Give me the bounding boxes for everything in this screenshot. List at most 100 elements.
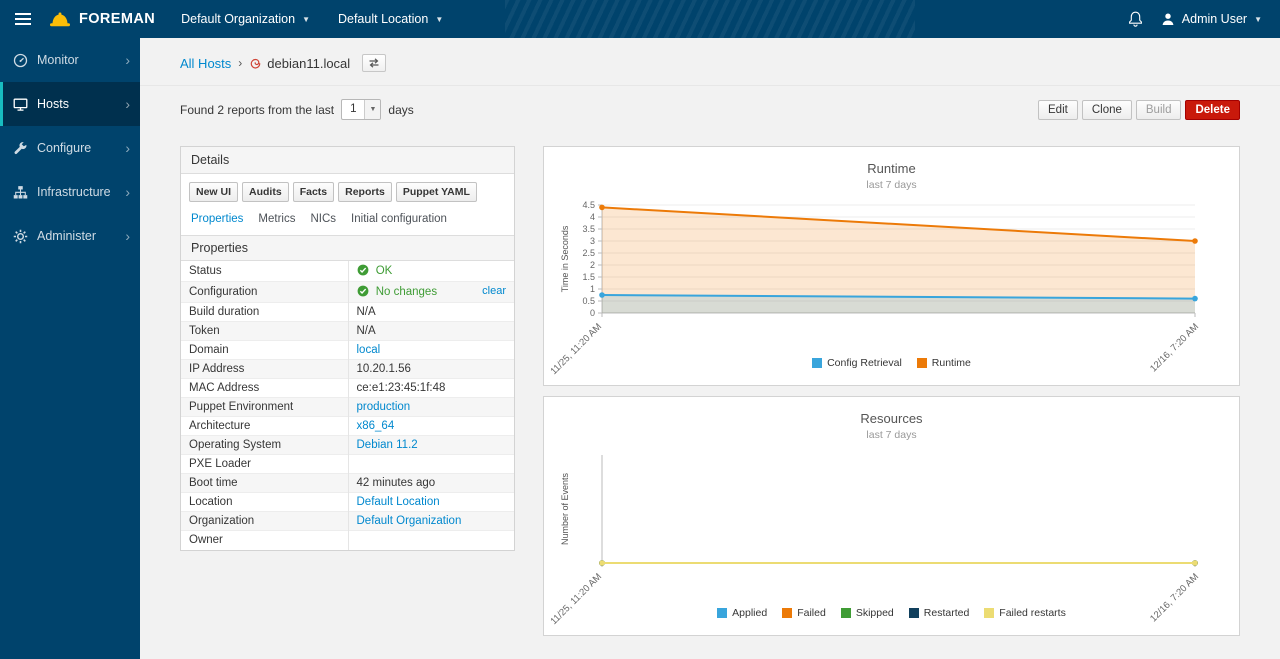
property-value-text[interactable]: local bbox=[357, 344, 381, 356]
resources-chart-title: Resources bbox=[556, 411, 1227, 426]
user-menu[interactable]: Admin User ▼ bbox=[1161, 12, 1262, 26]
legend-item-failed[interactable]: Failed bbox=[782, 607, 826, 619]
caret-down-icon: ▼ bbox=[1254, 15, 1262, 24]
content-row: Details New UI Audits Facts Reports Pupp… bbox=[140, 130, 1280, 636]
chevron-right-icon: › bbox=[125, 97, 130, 111]
swap-arrows-icon bbox=[368, 58, 380, 68]
breadcrumb-all-hosts-link[interactable]: All Hosts bbox=[180, 56, 231, 71]
facts-button[interactable]: Facts bbox=[293, 182, 334, 202]
property-value-text[interactable]: Debian 11.2 bbox=[357, 439, 418, 451]
property-value: local bbox=[348, 341, 514, 360]
switch-ui-toggle-button[interactable] bbox=[362, 54, 386, 72]
svg-text:4.5: 4.5 bbox=[582, 200, 595, 210]
property-row: Status OK bbox=[181, 261, 514, 282]
sidebar-nav: Monitor › Hosts › Configure › Infrastruc… bbox=[0, 38, 140, 659]
main-content: All Hosts › debian11.local Found 2 repor… bbox=[140, 38, 1280, 659]
svg-text:0: 0 bbox=[590, 308, 595, 318]
property-value-text[interactable]: production bbox=[357, 401, 411, 413]
foreman-brand[interactable]: FOREMAN bbox=[48, 11, 155, 28]
property-value: N/A bbox=[348, 322, 514, 341]
runtime-chart-legend: Config Retrieval Runtime bbox=[544, 357, 1239, 369]
details-panel-title: Details bbox=[181, 147, 514, 174]
property-label: Build duration bbox=[181, 303, 348, 322]
puppet-yaml-button[interactable]: Puppet YAML bbox=[396, 182, 477, 202]
notifications-button[interactable] bbox=[1128, 11, 1143, 27]
host-name: debian11.local bbox=[267, 56, 350, 71]
svg-text:4: 4 bbox=[590, 212, 595, 222]
new-ui-button[interactable]: New UI bbox=[189, 182, 238, 202]
property-label: Location bbox=[181, 493, 348, 512]
property-row: MAC Address ce:e1:23:45:1f:48 bbox=[181, 379, 514, 398]
tab-metrics[interactable]: Metrics bbox=[258, 213, 295, 225]
property-row: Organization Default Organization bbox=[181, 512, 514, 531]
property-value: production bbox=[348, 398, 514, 417]
legend-item-restarted[interactable]: Restarted bbox=[909, 607, 970, 619]
property-label: MAC Address bbox=[181, 379, 348, 398]
property-label: Token bbox=[181, 322, 348, 341]
sidebar-item-label: Configure bbox=[37, 141, 91, 155]
property-value-text: N/A bbox=[357, 306, 376, 318]
build-button[interactable]: Build bbox=[1136, 100, 1182, 120]
property-label: Architecture bbox=[181, 417, 348, 436]
legend-swatch bbox=[917, 358, 927, 368]
reports-button[interactable]: Reports bbox=[338, 182, 392, 202]
property-value-text[interactable]: Default Location bbox=[357, 496, 440, 508]
property-value-text: OK bbox=[376, 265, 393, 277]
property-value: 42 minutes ago bbox=[348, 474, 514, 493]
sidebar-item-infrastructure[interactable]: Infrastructure › bbox=[0, 170, 140, 214]
property-label: Puppet Environment bbox=[181, 398, 348, 417]
details-panel: Details New UI Audits Facts Reports Pupp… bbox=[180, 146, 515, 551]
property-value: OK bbox=[348, 261, 514, 282]
location-label: Default Location bbox=[338, 12, 428, 26]
legend-item-config-retrieval[interactable]: Config Retrieval bbox=[812, 357, 902, 369]
legend-item-applied[interactable]: Applied bbox=[717, 607, 767, 619]
svg-text:Number of Events: Number of Events bbox=[560, 472, 570, 545]
clone-button[interactable]: Clone bbox=[1082, 100, 1132, 120]
legend-item-failed-restarts[interactable]: Failed restarts bbox=[984, 607, 1066, 619]
tab-initial-configuration[interactable]: Initial configuration bbox=[351, 213, 447, 225]
tab-nics[interactable]: NICs bbox=[310, 213, 336, 225]
property-value-text: 42 minutes ago bbox=[357, 477, 436, 489]
chevron-right-icon: › bbox=[125, 185, 130, 199]
tab-properties[interactable]: Properties bbox=[191, 213, 243, 225]
menu-toggle-button[interactable] bbox=[0, 0, 46, 38]
hosts-screen-icon bbox=[13, 97, 28, 112]
caret-down-icon: ▼ bbox=[435, 15, 443, 24]
select-caret-icon: ▼ bbox=[364, 100, 380, 119]
sidebar-item-configure[interactable]: Configure › bbox=[0, 126, 140, 170]
property-label: Operating System bbox=[181, 436, 348, 455]
property-label: Organization bbox=[181, 512, 348, 531]
property-label: Boot time bbox=[181, 474, 348, 493]
caret-down-icon: ▼ bbox=[302, 15, 310, 24]
days-select[interactable]: 1 ▼ bbox=[341, 99, 381, 120]
sidebar-item-monitor[interactable]: Monitor › bbox=[0, 38, 140, 82]
property-value: N/A bbox=[348, 303, 514, 322]
property-value: 10.20.1.56 bbox=[348, 360, 514, 379]
clear-link[interactable]: clear bbox=[482, 285, 506, 297]
audits-button[interactable]: Audits bbox=[242, 182, 289, 202]
property-value: x86_64 bbox=[348, 417, 514, 436]
legend-item-runtime[interactable]: Runtime bbox=[917, 357, 971, 369]
property-label: Owner bbox=[181, 531, 348, 550]
svg-text:2.5: 2.5 bbox=[582, 248, 595, 258]
reports-summary: Found 2 reports from the last 1 ▼ days bbox=[180, 99, 414, 120]
navbar-right: Admin User ▼ bbox=[1128, 11, 1280, 27]
location-selector[interactable]: Default Location ▼ bbox=[324, 0, 457, 38]
resources-chart-plot: 11/25, 11:20 AM12/16, 7:20 AMNumber of E… bbox=[556, 447, 1227, 611]
property-value-text[interactable]: x86_64 bbox=[357, 420, 395, 432]
delete-button[interactable]: Delete bbox=[1185, 100, 1240, 120]
sidebar-item-label: Infrastructure bbox=[37, 185, 111, 199]
details-buttons: New UI Audits Facts Reports Puppet YAML bbox=[181, 174, 514, 208]
breadcrumb-current: debian11.local bbox=[249, 56, 350, 71]
chevron-right-icon: › bbox=[125, 53, 130, 67]
property-value-text[interactable]: Default Organization bbox=[357, 515, 462, 527]
property-row: Configuration No changes clear bbox=[181, 282, 514, 303]
sidebar-item-administer[interactable]: Administer › bbox=[0, 214, 140, 258]
edit-button[interactable]: Edit bbox=[1038, 100, 1078, 120]
sidebar-item-hosts[interactable]: Hosts › bbox=[0, 82, 140, 126]
properties-table-body: Status OK Configuration No changes clear bbox=[181, 261, 514, 550]
organization-selector[interactable]: Default Organization ▼ bbox=[167, 0, 324, 38]
sidebar-item-label: Hosts bbox=[37, 97, 69, 111]
legend-item-skipped[interactable]: Skipped bbox=[841, 607, 894, 619]
property-value: Default Location bbox=[348, 493, 514, 512]
